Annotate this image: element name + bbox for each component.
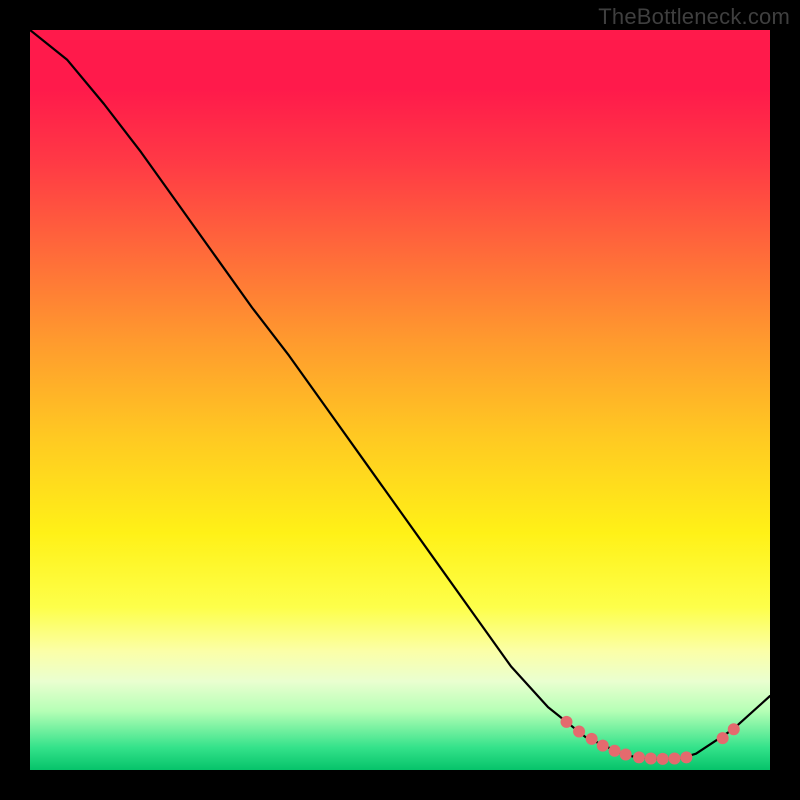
curve-marker bbox=[657, 753, 669, 765]
curve-marker bbox=[620, 748, 632, 760]
curve-marker bbox=[669, 753, 681, 765]
curve-path bbox=[30, 30, 770, 759]
curve-marker bbox=[645, 753, 657, 765]
curve-marker bbox=[609, 745, 621, 757]
curve-marker bbox=[561, 716, 573, 728]
curve-marker bbox=[717, 732, 729, 744]
marker-group bbox=[561, 716, 740, 765]
curve-layer bbox=[30, 30, 770, 770]
curve-marker bbox=[573, 726, 585, 738]
curve-marker bbox=[633, 751, 645, 763]
plot-area bbox=[30, 30, 770, 770]
watermark-text: TheBottleneck.com bbox=[598, 4, 790, 30]
curve-marker bbox=[728, 723, 740, 735]
curve-marker bbox=[680, 751, 692, 763]
chart-frame: TheBottleneck.com bbox=[0, 0, 800, 800]
curve-marker bbox=[597, 740, 609, 752]
curve-marker bbox=[586, 733, 598, 745]
